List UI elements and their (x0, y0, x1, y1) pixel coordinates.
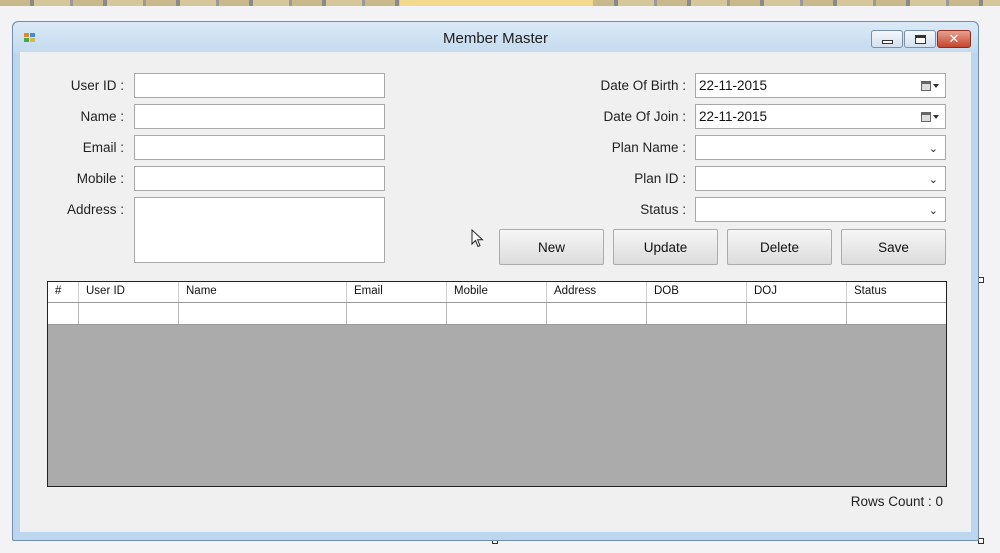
plan-name-label: Plan Name : (611, 140, 686, 155)
table-cell[interactable] (79, 303, 179, 324)
user-id-label: User ID : (70, 78, 124, 93)
user-id-field[interactable] (134, 73, 385, 98)
doj-label: Date Of Join : (603, 109, 686, 124)
dropdown-arrow-icon (933, 84, 939, 88)
table-cell[interactable] (179, 303, 347, 324)
window-title: Member Master (442, 30, 549, 47)
dropdown-arrow-icon (933, 115, 939, 119)
status-label: Status : (640, 202, 686, 217)
chevron-down-icon[interactable]: ⌄ (929, 204, 938, 217)
mobile-label: Mobile : (76, 171, 124, 186)
table-cell[interactable] (647, 303, 747, 324)
close-button[interactable]: ✕ (937, 30, 971, 48)
email-label: Email : (82, 140, 124, 155)
minimize-icon (881, 40, 893, 44)
members-data-grid[interactable]: # User ID Name Email Mobile Address DOB … (47, 281, 947, 487)
name-input[interactable] (135, 105, 384, 128)
dob-label: Date Of Birth : (600, 78, 686, 93)
table-cell[interactable] (847, 303, 946, 324)
status-combobox[interactable]: ⌄ (695, 197, 946, 222)
column-header-mobile[interactable]: Mobile (447, 282, 547, 302)
mobile-field[interactable] (134, 166, 385, 191)
address-label: Address : (66, 202, 124, 217)
dob-date-picker[interactable]: 22-11-2015 (695, 73, 946, 98)
ide-tab-strip (0, 0, 1000, 6)
table-cell[interactable] (447, 303, 547, 324)
email-input[interactable] (135, 136, 384, 159)
doj-date-picker[interactable]: 22-11-2015 (695, 104, 946, 129)
maximize-button[interactable] (904, 30, 936, 48)
table-cell[interactable] (747, 303, 847, 324)
ide-active-tab (400, 0, 593, 6)
title-bar[interactable]: Member Master ✕ (13, 22, 978, 53)
calendar-icon (921, 112, 931, 122)
plan-id-label: Plan ID : (634, 171, 686, 186)
table-cell[interactable] (347, 303, 447, 324)
plan-name-combobox[interactable]: ⌄ (695, 135, 946, 160)
email-field[interactable] (134, 135, 385, 160)
column-header-name[interactable]: Name (179, 282, 347, 302)
doj-calendar-button[interactable] (921, 110, 939, 124)
dob-calendar-button[interactable] (921, 79, 939, 93)
table-row[interactable] (48, 303, 946, 325)
address-field[interactable] (134, 197, 385, 263)
close-icon: ✕ (948, 31, 960, 47)
name-field[interactable] (134, 104, 385, 129)
address-textarea[interactable] (135, 198, 384, 262)
column-header-address[interactable]: Address (547, 282, 647, 302)
chevron-down-icon[interactable]: ⌄ (929, 173, 938, 186)
mouse-pointer-icon (471, 229, 484, 248)
new-button[interactable]: New (499, 229, 604, 265)
column-header-status[interactable]: Status (847, 282, 946, 302)
rows-count-label: Rows Count : 0 (850, 494, 943, 509)
grid-header-row: # User ID Name Email Mobile Address DOB … (48, 282, 946, 303)
save-button[interactable]: Save (841, 229, 946, 265)
table-cell[interactable] (547, 303, 647, 324)
chevron-down-icon[interactable]: ⌄ (929, 142, 938, 155)
plan-id-combobox[interactable]: ⌄ (695, 166, 946, 191)
update-button[interactable]: Update (613, 229, 718, 265)
column-header-doj[interactable]: DOJ (747, 282, 847, 302)
table-cell[interactable] (48, 303, 79, 324)
name-label: Name : (80, 109, 124, 124)
column-header-user-id[interactable]: User ID (79, 282, 179, 302)
calendar-icon (921, 81, 931, 91)
delete-button[interactable]: Delete (727, 229, 832, 265)
column-header-dob[interactable]: DOB (647, 282, 747, 302)
minimize-button[interactable] (871, 30, 903, 48)
user-id-input[interactable] (135, 74, 384, 97)
mobile-input[interactable] (135, 167, 384, 190)
doj-value: 22-11-2015 (699, 109, 768, 124)
dob-value: 22-11-2015 (699, 78, 768, 93)
maximize-icon (914, 34, 926, 44)
column-header-index[interactable]: # (48, 282, 79, 302)
column-header-email[interactable]: Email (347, 282, 447, 302)
